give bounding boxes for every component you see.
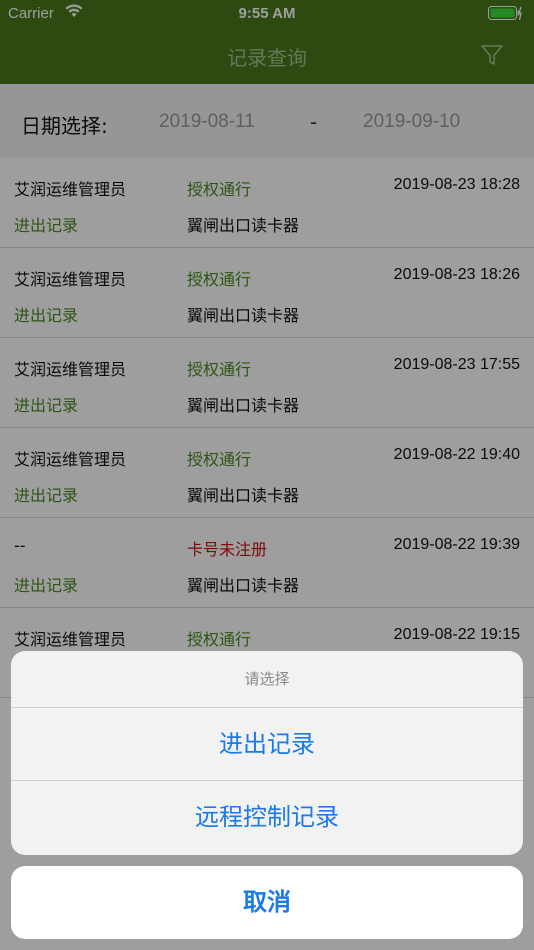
option-access-records[interactable]: 进出记录	[11, 708, 523, 781]
action-sheet: 请选择 进出记录 远程控制记录	[11, 651, 523, 855]
cancel-button[interactable]: 取消	[11, 866, 523, 939]
option-remote-control-records[interactable]: 远程控制记录	[11, 781, 523, 854]
action-sheet-title: 请选择	[11, 651, 523, 708]
